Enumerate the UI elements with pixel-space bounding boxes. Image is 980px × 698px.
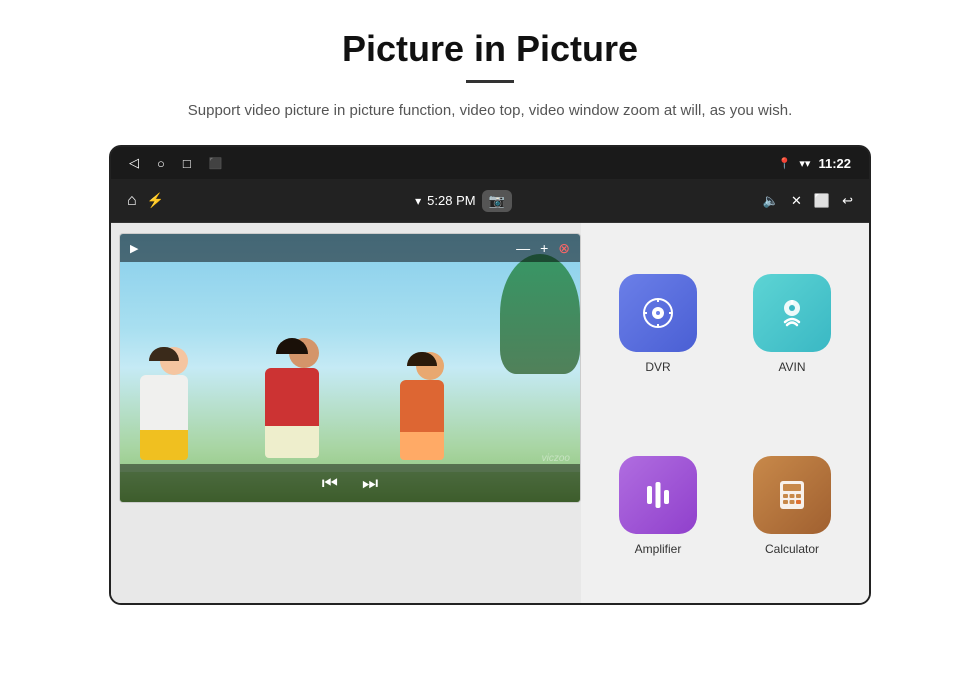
pip-close-icon[interactable]: ⊗ (558, 240, 570, 257)
pip-expand-icon[interactable]: + (540, 240, 548, 256)
device-frame: ◁ ○ □ ⬛ 📍 ▾▾ 11:22 ⌂ ⚡ ▾ 5:28 PM 📷 (109, 145, 871, 605)
app-card-calculator: Calculator (731, 421, 853, 591)
status-time: 11:22 (818, 156, 851, 171)
app-bar-left: ⌂ ⚡ (127, 192, 164, 210)
dvr-icon[interactable] (619, 274, 697, 352)
pip-controls: ⏮ ⏭ (120, 464, 580, 502)
pip-header-right: — + ⊗ (516, 240, 570, 257)
calculator-icon[interactable] (753, 456, 831, 534)
pip-header-left: ▶ (130, 242, 138, 255)
dvr-icon-svg (639, 294, 677, 332)
app-card-avin: AVIN (731, 239, 853, 409)
amplifier-icon-svg (639, 476, 677, 514)
status-bar-right: 📍 ▾▾ 11:22 (778, 156, 851, 171)
camera-button[interactable]: 📷 (482, 190, 512, 212)
home-icon[interactable]: ○ (157, 156, 165, 171)
app-bar-center: ▾ 5:28 PM 📷 (415, 190, 512, 212)
amplifier-icon[interactable] (619, 456, 697, 534)
location-icon: 📍 (778, 157, 792, 170)
calculator-label: Calculator (765, 542, 819, 556)
back-nav-icon[interactable]: ↩ (842, 193, 853, 209)
page-wrapper: Picture in Picture Support video picture… (0, 0, 980, 698)
title-divider (466, 80, 514, 83)
recents-icon[interactable]: □ (183, 156, 191, 171)
person-1 (140, 347, 188, 474)
pip-video-overlay[interactable]: ▶ — + ⊗ (119, 233, 581, 503)
status-bar: ◁ ○ □ ⬛ 📍 ▾▾ 11:22 (111, 147, 869, 179)
home-btn[interactable]: ⌂ (127, 192, 137, 210)
amplifier-label: Amplifier (635, 542, 682, 556)
app-card-dvr: DVR (597, 239, 719, 409)
dvr-label: DVR (645, 360, 670, 374)
left-panel: ● ▶ — + ⊗ (111, 223, 581, 605)
pip-minimize-icon[interactable]: — (516, 240, 530, 256)
prev-button[interactable]: ⏮ (322, 473, 338, 494)
avin-icon[interactable] (753, 274, 831, 352)
person-2 (265, 338, 319, 474)
video-content: viczoo (120, 234, 580, 502)
usb-icon: ⚡ (147, 192, 164, 209)
watermark: viczoo (542, 453, 570, 464)
appbar-time: 5:28 PM (427, 193, 475, 208)
next-button[interactable]: ⏭ (362, 473, 378, 494)
status-bar-left: ◁ ○ □ ⬛ (129, 155, 222, 171)
pip-header: ▶ — + ⊗ (120, 234, 580, 262)
close-icon[interactable]: ✕ (791, 193, 802, 209)
app-bar: ⌂ ⚡ ▾ 5:28 PM 📷 🔈 ✕ ⬜ ↩ (111, 179, 869, 223)
page-title: Picture in Picture (342, 28, 638, 70)
app-card-amplifier: Amplifier (597, 421, 719, 591)
menu-icon[interactable]: ⬛ (209, 157, 223, 170)
tree-1 (500, 254, 580, 374)
avin-label: AVIN (778, 360, 805, 374)
page-subtitle: Support video picture in picture functio… (188, 99, 792, 123)
pip-record-icon: ▶ (130, 242, 138, 255)
app-bar-right: 🔈 ✕ ⬜ ↩ (763, 193, 853, 209)
main-content: ● ▶ — + ⊗ (111, 223, 869, 605)
back-icon[interactable]: ◁ (129, 155, 139, 171)
person-3 (400, 352, 444, 474)
volume-icon[interactable]: 🔈 (763, 193, 779, 209)
wifi-status-icon: ▾ (415, 194, 421, 208)
pip-resize-icon[interactable]: ⬜ (814, 193, 830, 209)
calculator-icon-svg (773, 476, 811, 514)
right-panel: DVR AVIN (581, 223, 869, 605)
avin-icon-svg (773, 294, 811, 332)
video-bg: viczoo (120, 234, 580, 502)
wifi-icon: ▾▾ (799, 157, 810, 170)
